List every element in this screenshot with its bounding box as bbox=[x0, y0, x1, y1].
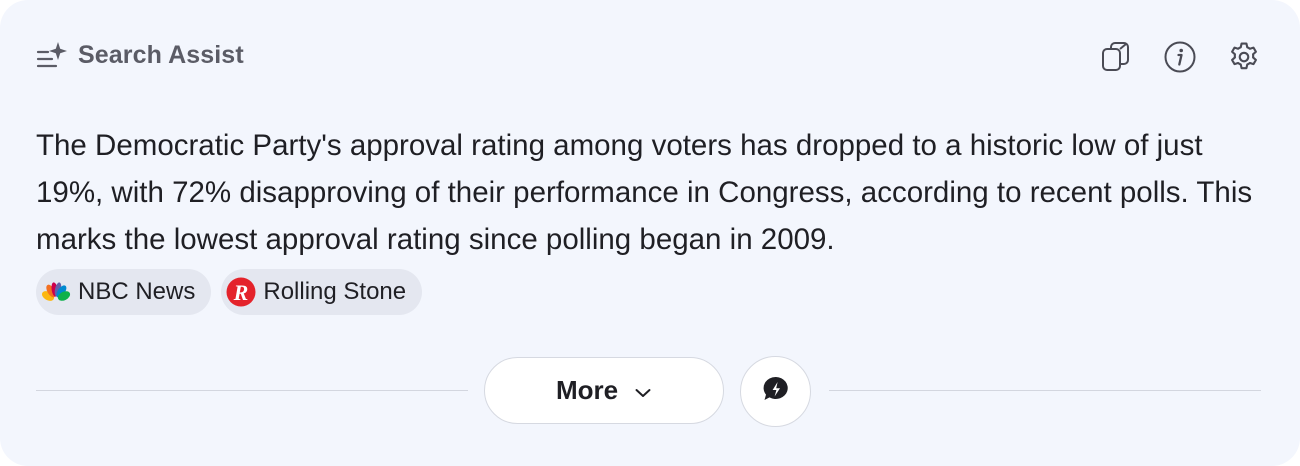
source-chip-nbc-news[interactable]: NBC News bbox=[36, 269, 212, 315]
source-name: NBC News bbox=[78, 278, 196, 305]
copy-icon[interactable] bbox=[1098, 39, 1134, 75]
nbc-peacock-icon bbox=[40, 276, 72, 308]
settings-icon[interactable] bbox=[1226, 39, 1262, 75]
chat-button[interactable] bbox=[740, 356, 811, 427]
chat-bubble-icon bbox=[761, 374, 791, 409]
search-assist-title: Search Assist bbox=[78, 40, 244, 69]
chevron-down-icon bbox=[634, 375, 652, 406]
summary-text: The Democratic Party's approval rating a… bbox=[36, 129, 1253, 256]
rolling-stone-icon: R bbox=[225, 276, 257, 308]
divider-right bbox=[829, 390, 1261, 391]
search-assist-card: Search Assist The Democratic Party's app… bbox=[0, 0, 1300, 466]
info-icon[interactable] bbox=[1162, 39, 1198, 75]
svg-text:R: R bbox=[233, 280, 249, 305]
header-actions bbox=[1098, 39, 1262, 75]
more-button-label: More bbox=[555, 375, 619, 405]
divider-left bbox=[36, 390, 468, 391]
source-chip-rolling-stone[interactable]: R Rolling Stone bbox=[221, 269, 423, 315]
source-list: NBC News R Rolling Stone bbox=[36, 269, 423, 315]
source-name: Rolling Stone bbox=[263, 278, 407, 305]
search-assist-icon bbox=[36, 40, 68, 70]
more-button[interactable]: More bbox=[484, 357, 724, 424]
search-assist-header: Search Assist bbox=[36, 40, 244, 70]
